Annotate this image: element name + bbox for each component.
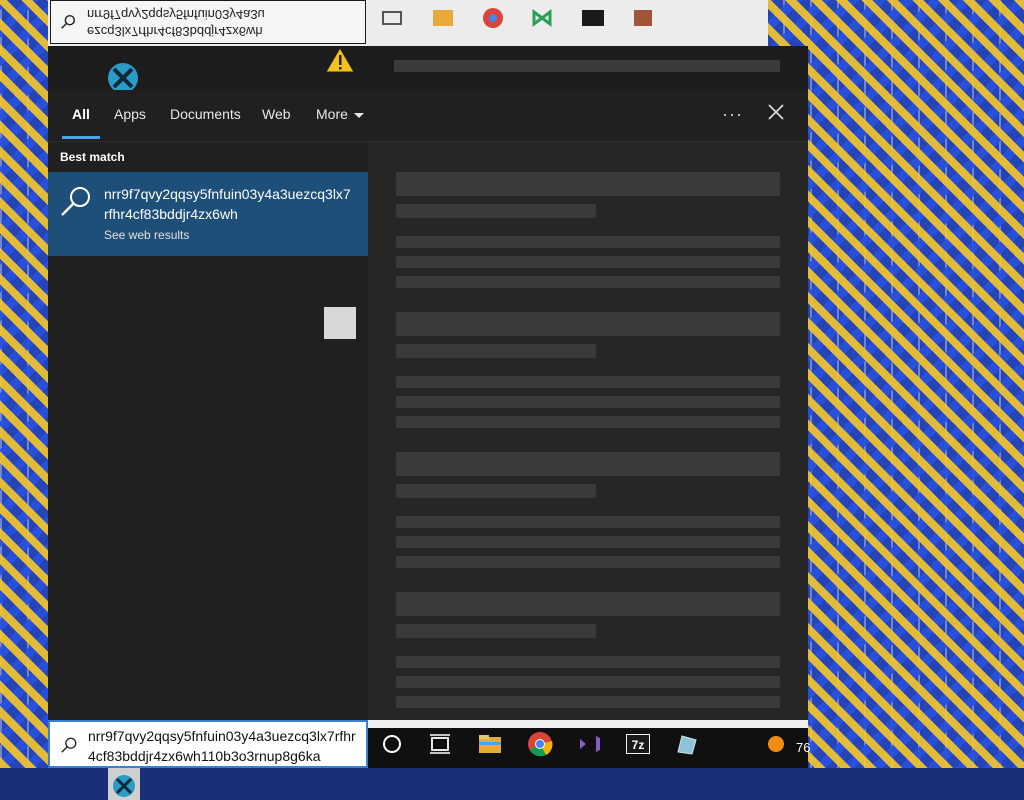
tab-more-label: More	[316, 106, 348, 122]
preview-placeholder	[396, 376, 780, 388]
preview-placeholder	[396, 696, 780, 708]
ghost-chrome-icon	[483, 8, 503, 28]
active-tab-indicator	[62, 136, 100, 139]
ghost-task-view-icon	[382, 11, 402, 25]
preview-placeholder	[396, 592, 780, 616]
preview-placeholder	[396, 536, 780, 548]
warning-icon	[325, 47, 355, 73]
best-match-heading: Best match	[60, 150, 125, 164]
tab-web[interactable]: Web	[262, 106, 291, 122]
tab-documents[interactable]: Documents	[170, 106, 241, 122]
file-explorer-icon[interactable]	[476, 730, 504, 758]
preview-pane	[368, 142, 808, 720]
more-options-icon[interactable]: ···	[722, 104, 743, 125]
best-match-result[interactable]: nrr9f7qvy2qqsy5fnfuin03y4a3uezcq3lx7rfhr…	[48, 172, 368, 256]
taskbar-search-input[interactable]: nrr9f7qvy2qqsy5fnfuin03y4a3uezcq3lx7rfhr…	[48, 720, 368, 768]
preview-placeholder	[396, 312, 780, 336]
preview-placeholder	[396, 676, 780, 688]
search-icon	[61, 187, 90, 216]
ghost-text-line2: ezcq3lx7rfhr4cf83bddjr4zx6wh	[87, 24, 263, 39]
close-icon[interactable]	[766, 102, 786, 122]
preview-placeholder	[396, 276, 780, 288]
ghost-search-icon	[61, 14, 76, 29]
ghost-vs-icon	[532, 9, 552, 27]
preview-placeholder	[396, 172, 780, 196]
scroll-thumb[interactable]	[324, 307, 356, 339]
preview-placeholder	[396, 236, 780, 248]
taskbar-count: 76	[796, 740, 811, 755]
orange-circle-icon[interactable]	[762, 730, 790, 758]
top-ghost-icons	[380, 4, 656, 32]
preview-placeholder	[396, 256, 780, 268]
tab-more[interactable]: More	[316, 106, 364, 122]
svg-text:7z: 7z	[632, 738, 645, 752]
ghost-text-line1: nrr9f7qvy2qqsy5fnfuin03y4a3u	[87, 7, 265, 22]
best-match-subtitle: See web results	[104, 228, 190, 242]
chevron-down-icon	[353, 112, 364, 118]
search-query-text: nrr9f7qvy2qqsy5fnfuin03y4a3uezcq3lx7rfhr…	[88, 728, 356, 764]
tab-apps[interactable]: Apps	[114, 106, 146, 122]
preview-placeholder	[396, 484, 596, 498]
7zip-icon[interactable]: 7z	[624, 730, 652, 758]
task-view-icon[interactable]	[426, 730, 454, 758]
ghost-folder-icon	[433, 10, 453, 26]
results-list: Best match nrr9f7qvy2qqsy5fnfuin03y4a3ue…	[48, 142, 368, 800]
ghost-search-box: nrr9f7qvy2qqsy5fnfuin03y4a3u ezcq3lx7rfh…	[50, 0, 366, 44]
preview-placeholder	[396, 556, 780, 568]
search-filter-tabs: All Apps Documents Web More ···	[48, 90, 808, 142]
preview-placeholder	[396, 624, 596, 638]
app-shortcut-icon	[108, 768, 140, 800]
paint-icon[interactable]	[672, 730, 700, 758]
preview-placeholder	[396, 452, 780, 476]
tab-all[interactable]: All	[72, 106, 90, 122]
preview-placeholder	[396, 656, 780, 668]
start-search-panel: All Apps Documents Web More ··· Best mat…	[48, 46, 808, 800]
cortana-icon[interactable]	[378, 730, 406, 758]
preview-placeholder	[396, 416, 780, 428]
preview-placeholder	[396, 204, 596, 218]
ghost-paint-icon	[634, 10, 652, 26]
best-match-title: nrr9f7qvy2qqsy5fnfuin03y4a3uezcq3lx7rfhr…	[104, 186, 351, 222]
chrome-icon[interactable]	[526, 730, 554, 758]
preview-placeholder	[396, 344, 596, 358]
ghost-7zip-icon	[582, 10, 604, 26]
blurred-top-bar	[394, 60, 780, 72]
visual-studio-icon[interactable]	[576, 730, 604, 758]
search-icon	[61, 737, 77, 753]
preview-placeholder	[396, 516, 780, 528]
preview-placeholder	[396, 396, 780, 408]
